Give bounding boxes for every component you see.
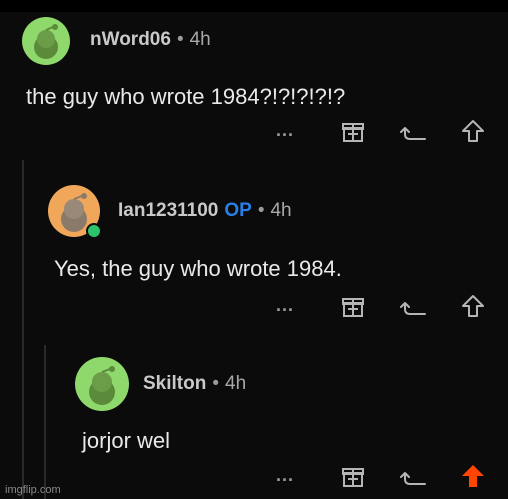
more-options-icon[interactable]: ... — [276, 465, 294, 486]
comment-body: jorjor wel — [82, 428, 171, 453]
comment-meta: nWord06 • 4h — [90, 29, 211, 51]
timestamp: 4h — [189, 29, 211, 50]
avatar[interactable] — [75, 357, 129, 411]
separator: • — [257, 200, 265, 221]
snoo-avatar-icon — [89, 366, 115, 405]
comment-meta: Ian1231100 OP • 4h — [118, 200, 292, 222]
reply-icon[interactable] — [400, 118, 428, 149]
upvote-icon[interactable] — [460, 118, 486, 149]
upvote-icon[interactable] — [460, 463, 486, 494]
comment-body: Yes, the guy who wrote 1984. — [54, 256, 342, 281]
separator: • — [176, 29, 184, 50]
more-options-icon[interactable]: ... — [276, 120, 294, 141]
upvote-icon[interactable] — [460, 293, 486, 324]
reply-icon[interactable] — [400, 463, 428, 494]
timestamp: 4h — [225, 373, 247, 394]
comment-body: the guy who wrote 1984?!?!?!?!? — [26, 84, 346, 109]
snoo-avatar-icon — [34, 24, 58, 59]
award-gift-icon[interactable] — [340, 293, 366, 324]
op-badge: OP — [224, 200, 252, 221]
reply-icon[interactable] — [400, 293, 428, 324]
username[interactable]: Ian1231100 — [118, 200, 218, 221]
comment-actions: ... — [276, 118, 508, 144]
avatar[interactable] — [22, 17, 70, 65]
comment-meta: Skilton • 4h — [143, 373, 246, 395]
timestamp: 4h — [270, 200, 292, 221]
thread-line[interactable] — [44, 345, 46, 499]
username[interactable]: Skilton — [143, 373, 206, 394]
watermark: imgflip.com — [5, 484, 61, 496]
top-bar — [0, 0, 508, 12]
more-options-icon[interactable]: ... — [276, 295, 294, 316]
separator: • — [212, 373, 219, 394]
thread-line[interactable] — [22, 160, 24, 499]
award-gift-icon[interactable] — [340, 463, 366, 494]
username[interactable]: nWord06 — [90, 29, 171, 50]
comment-actions: ... — [276, 463, 508, 489]
comment-actions: ... — [276, 293, 508, 319]
award-gift-icon[interactable] — [340, 118, 366, 149]
online-status-icon — [86, 223, 102, 239]
